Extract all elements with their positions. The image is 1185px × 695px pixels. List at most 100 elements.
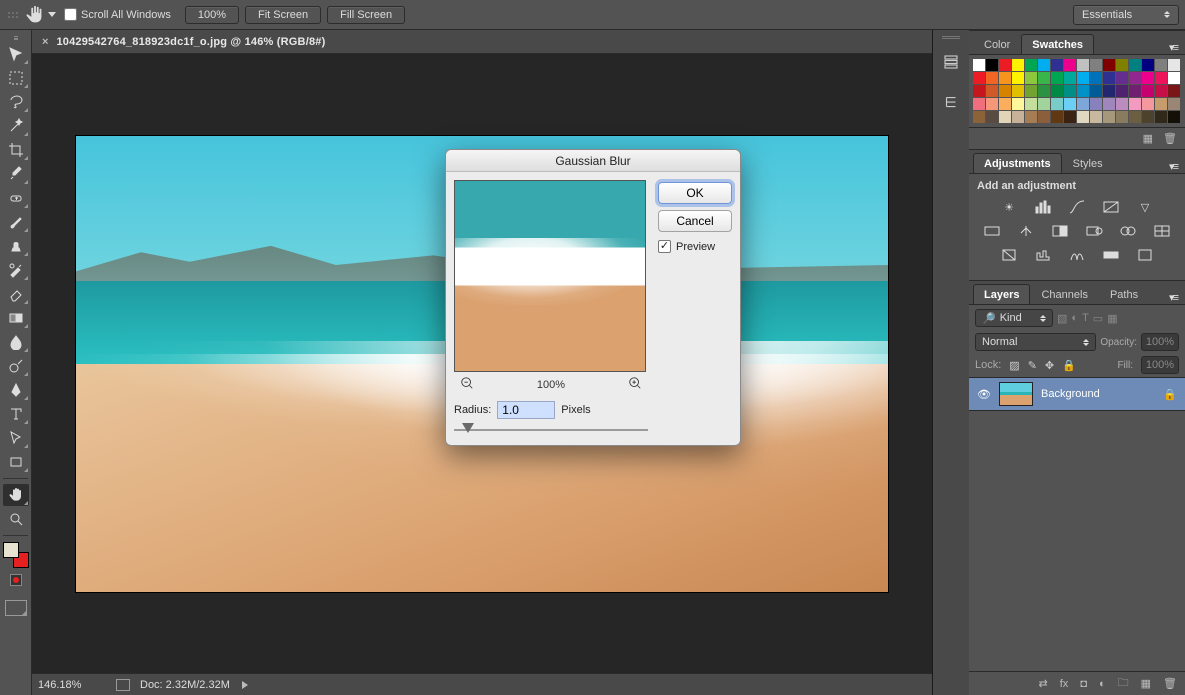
posterize-icon[interactable]: [1033, 246, 1053, 264]
zoom-in-icon[interactable]: [628, 376, 642, 393]
swatch[interactable]: [1077, 59, 1089, 71]
link-layers-icon[interactable]: ⇄: [1039, 677, 1048, 690]
healing-brush-tool[interactable]: [3, 187, 29, 209]
swatch[interactable]: [1142, 111, 1154, 123]
zoom-100-button[interactable]: 100%: [185, 6, 239, 24]
layer-filter-kind-select[interactable]: 🔎Kind: [975, 309, 1053, 327]
swatch[interactable]: [1168, 59, 1180, 71]
swatch[interactable]: [1051, 72, 1063, 84]
swatch[interactable]: [1038, 59, 1050, 71]
swatch[interactable]: [1090, 59, 1102, 71]
filter-shape-icon[interactable]: ▭: [1093, 312, 1103, 325]
swatch[interactable]: [986, 98, 998, 110]
swatch[interactable]: [1090, 85, 1102, 97]
swatch[interactable]: [1077, 98, 1089, 110]
swatch[interactable]: [1142, 98, 1154, 110]
type-tool[interactable]: [3, 403, 29, 425]
scroll-all-windows-checkbox[interactable]: Scroll All Windows: [64, 8, 171, 21]
filter-pixel-icon[interactable]: ▧: [1057, 312, 1067, 325]
swatch[interactable]: [1025, 85, 1037, 97]
tab-layers[interactable]: Layers: [973, 284, 1030, 304]
radius-slider[interactable]: [454, 423, 648, 437]
tab-paths[interactable]: Paths: [1099, 284, 1149, 304]
black-white-icon[interactable]: [1050, 222, 1070, 240]
swatch[interactable]: [1064, 59, 1076, 71]
fit-screen-button[interactable]: Fit Screen: [245, 6, 321, 24]
swatch[interactable]: [1012, 72, 1024, 84]
swatch[interactable]: [1064, 111, 1076, 123]
lock-all-icon[interactable]: 🔒: [1062, 359, 1076, 372]
magic-wand-tool[interactable]: [3, 115, 29, 137]
swatch[interactable]: [1168, 111, 1180, 123]
swatch[interactable]: [1116, 85, 1128, 97]
swatch[interactable]: [973, 98, 985, 110]
path-selection-tool[interactable]: [3, 427, 29, 449]
new-fill-adjustment-icon[interactable]: ◐: [1099, 678, 1106, 690]
layer-row-background[interactable]: 👁 Background 🔒: [969, 377, 1185, 411]
tool-preset-dropdown-icon[interactable]: [48, 12, 56, 17]
curves-icon[interactable]: [1067, 198, 1087, 216]
dialog-title[interactable]: Gaussian Blur: [446, 150, 740, 172]
brush-tool[interactable]: [3, 211, 29, 233]
zoom-tool[interactable]: [3, 508, 29, 530]
swatch[interactable]: [986, 72, 998, 84]
panel-menu-icon[interactable]: ▾≡: [1165, 291, 1181, 304]
swatch[interactable]: [973, 59, 985, 71]
fill-value-field[interactable]: 100%: [1141, 356, 1179, 374]
document-info[interactable]: Doc: 2.32M/2.32M: [140, 679, 230, 691]
swatch[interactable]: [1155, 98, 1167, 110]
swatch[interactable]: [1064, 72, 1076, 84]
swatch[interactable]: [1129, 111, 1141, 123]
swatch[interactable]: [1103, 59, 1115, 71]
delete-swatch-icon[interactable]: 🗑: [1163, 132, 1177, 145]
foreground-color-swatch[interactable]: [3, 542, 19, 558]
layer-thumbnail[interactable]: [999, 382, 1033, 406]
tab-color[interactable]: Color: [973, 34, 1021, 54]
layer-mask-icon[interactable]: ◘: [1080, 678, 1087, 690]
rectangle-tool[interactable]: [3, 451, 29, 473]
preview-checkbox-box[interactable]: [658, 240, 671, 253]
gradient-map-icon[interactable]: [1101, 246, 1121, 264]
status-preview-icon[interactable]: [116, 679, 130, 691]
swatch[interactable]: [1051, 111, 1063, 123]
properties-panel-icon[interactable]: [937, 88, 965, 116]
swatch[interactable]: [973, 72, 985, 84]
radius-input[interactable]: [497, 401, 555, 419]
swatch[interactable]: [1025, 59, 1037, 71]
close-document-button[interactable]: ×: [42, 36, 48, 48]
workspace-switcher[interactable]: Essentials: [1073, 5, 1179, 25]
swatch[interactable]: [973, 111, 985, 123]
swatch[interactable]: [1155, 72, 1167, 84]
swatch[interactable]: [1155, 111, 1167, 123]
swatch[interactable]: [1077, 72, 1089, 84]
crop-tool[interactable]: [3, 139, 29, 161]
swatch[interactable]: [1103, 111, 1115, 123]
swatch[interactable]: [986, 85, 998, 97]
swatch[interactable]: [1064, 85, 1076, 97]
status-info-menu-icon[interactable]: [242, 681, 248, 689]
swatch[interactable]: [1012, 85, 1024, 97]
swatch[interactable]: [986, 111, 998, 123]
threshold-icon[interactable]: [1067, 246, 1087, 264]
swatch[interactable]: [1077, 85, 1089, 97]
swatch[interactable]: [1142, 85, 1154, 97]
swatch[interactable]: [1038, 111, 1050, 123]
delete-layer-icon[interactable]: 🗑: [1163, 677, 1177, 690]
swatch[interactable]: [1025, 111, 1037, 123]
history-panel-icon[interactable]: [937, 48, 965, 76]
clone-stamp-tool[interactable]: [3, 235, 29, 257]
gradient-tool[interactable]: [3, 307, 29, 329]
layer-style-icon[interactable]: fx: [1060, 678, 1069, 690]
lock-image-icon[interactable]: ✎: [1028, 359, 1037, 372]
invert-icon[interactable]: [999, 246, 1019, 264]
layer-name-label[interactable]: Background: [1041, 388, 1100, 400]
filter-type-icon[interactable]: T: [1082, 312, 1089, 324]
scroll-all-windows-input[interactable]: [64, 8, 77, 21]
new-layer-icon[interactable]: ▦: [1141, 677, 1151, 690]
swatch[interactable]: [1129, 98, 1141, 110]
swatch[interactable]: [1168, 72, 1180, 84]
color-lookup-icon[interactable]: [1152, 222, 1172, 240]
eraser-tool[interactable]: [3, 283, 29, 305]
history-brush-tool[interactable]: [3, 259, 29, 281]
swatch[interactable]: [1129, 59, 1141, 71]
